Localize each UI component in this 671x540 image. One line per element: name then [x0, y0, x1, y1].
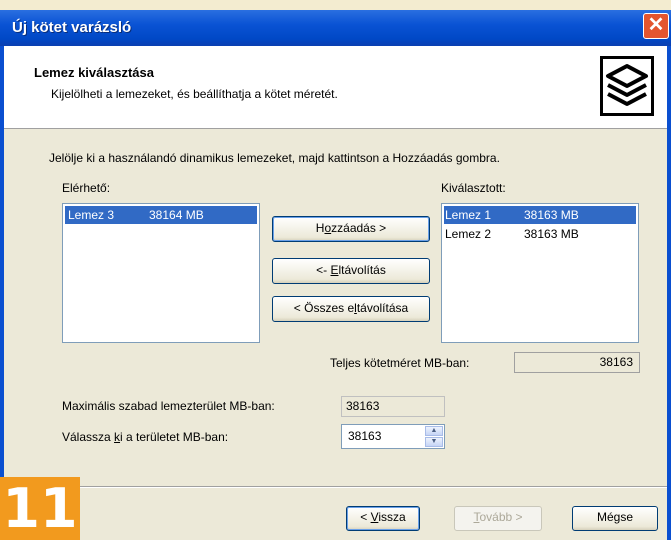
list-item[interactable]: Lemez 3 38164 MB: [65, 206, 257, 224]
size-spinbox[interactable]: 38163 ▲ ▼: [341, 424, 445, 449]
disk-size: 38163 MB: [524, 208, 579, 222]
list-item[interactable]: Lemez 2 38163 MB: [444, 225, 636, 243]
choose-size-label: Válassza ki a területet MB-ban:: [62, 430, 228, 444]
selected-label: Kiválasztott:: [441, 181, 506, 195]
remove-button[interactable]: <- Eltávolítás: [272, 258, 430, 284]
window-border-right: [667, 46, 671, 540]
disk-name: Lemez 2: [445, 227, 492, 241]
next-button[interactable]: Tovább >: [454, 506, 542, 531]
remove-all-button[interactable]: < Összes eltávolítása: [272, 296, 430, 322]
disks-stack-icon: [600, 56, 654, 116]
page-subtitle: Kijelölheti a lemezeket, és beállíthatja…: [51, 87, 338, 101]
remove-all-label-part: < Összes e: [293, 301, 355, 315]
size-input[interactable]: 38163: [348, 429, 381, 443]
spin-up-icon[interactable]: ▲: [425, 426, 443, 436]
remove-accelerator: E: [330, 263, 339, 277]
close-icon[interactable]: ✕: [643, 13, 669, 39]
total-size-label: Teljes kötetméret MB-ban:: [330, 356, 470, 370]
list-item[interactable]: Lemez 1 38163 MB: [444, 206, 636, 224]
choose-label-part: i a területet MB-ban:: [120, 430, 229, 444]
divider: [4, 486, 667, 488]
available-disks-list[interactable]: Lemez 3 38164 MB: [62, 203, 260, 343]
available-label: Elérhető:: [62, 181, 111, 195]
add-button[interactable]: Hozzáadás >: [272, 216, 430, 242]
instruction-text: Jelölje ki a használandó dinamikus lemez…: [49, 151, 500, 165]
disk-name: Lemez 1: [445, 208, 492, 222]
cancel-button[interactable]: Mégse: [572, 506, 658, 531]
spin-down-icon[interactable]: ▼: [425, 437, 443, 447]
remove-all-label-part: távolítása: [356, 301, 409, 315]
disk-size: 38164 MB: [149, 208, 204, 222]
page-title: Lemez kiválasztása: [34, 65, 154, 80]
selected-disks-list[interactable]: Lemez 1 38163 MB Lemez 2 38163 MB: [441, 203, 639, 343]
choose-label-part: Válassza: [62, 430, 115, 444]
back-button[interactable]: < Vissza: [346, 506, 420, 531]
remove-label-part: <-: [316, 263, 331, 277]
next-label-part: ovább >: [479, 510, 523, 524]
max-free-label: Maximális szabad lemezterület MB-ban:: [62, 399, 275, 413]
disk-size: 38163 MB: [524, 227, 579, 241]
back-label-part: issza: [378, 510, 406, 524]
total-size-value: 38163: [514, 352, 640, 373]
remove-label-part: ltávolítás: [338, 263, 386, 277]
back-label-part: <: [360, 510, 371, 524]
add-label-part: zzáadás >: [331, 221, 387, 235]
window-title: Új kötet varázsló: [12, 19, 132, 36]
step-badge: 11: [0, 477, 80, 540]
max-free-value: 38163: [341, 396, 445, 417]
disk-name: Lemez 3: [68, 208, 115, 222]
spin-buttons: ▲ ▼: [425, 426, 443, 447]
